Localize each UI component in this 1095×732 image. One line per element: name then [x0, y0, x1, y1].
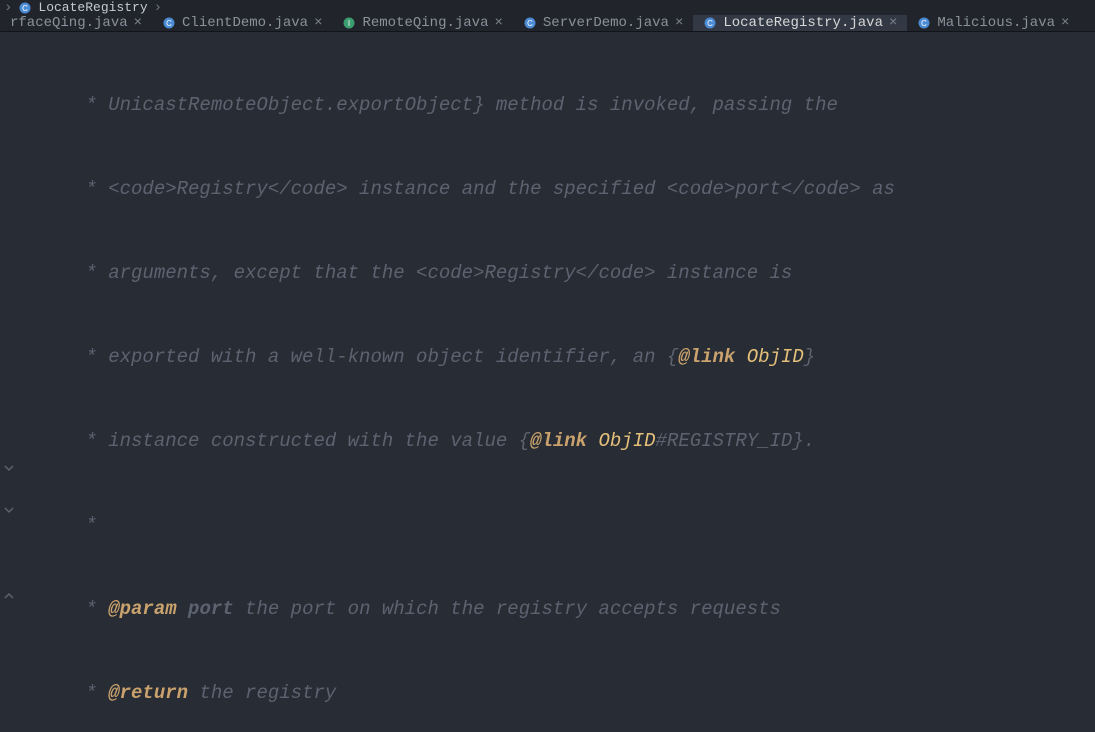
comment-text: } — [804, 346, 815, 368]
fold-marker-icon[interactable] — [2, 504, 16, 518]
code-line: * — [18, 504, 1095, 546]
javadoc-param-name: port — [177, 598, 234, 620]
fold-marker-icon[interactable] — [2, 588, 16, 602]
fold-marker-icon[interactable] — [2, 462, 16, 476]
javadoc-tag: @return — [108, 682, 188, 704]
tab-rfaceqing[interactable]: rfaceQing.java × — [0, 15, 152, 31]
code-line: * <code>Registry</code> instance and the… — [18, 168, 1095, 210]
ide-root: › C LocateRegistry › rfaceQing.java × C … — [0, 0, 1095, 732]
code-line: * exported with a well-known object iden… — [18, 336, 1095, 378]
comment-text: * — [74, 682, 108, 704]
tab-label: ServerDemo.java — [543, 15, 669, 31]
editor-tabs: rfaceQing.java × C ClientDemo.java × I R… — [0, 15, 1095, 32]
tab-locateregistry[interactable]: C LocateRegistry.java × — [693, 15, 907, 31]
code-line: * @return the registry — [18, 672, 1095, 714]
javadoc-tag: @param — [108, 598, 176, 620]
tab-serverdemo[interactable]: C ServerDemo.java × — [513, 15, 693, 31]
code-area[interactable]: * UnicastRemoteObject.exportObject} meth… — [18, 32, 1095, 732]
tab-label: rfaceQing.java — [10, 15, 128, 31]
tab-label: LocateRegistry.java — [723, 15, 883, 31]
javadoc-ref: ObjID — [735, 346, 803, 368]
close-icon[interactable]: × — [675, 16, 683, 30]
close-icon[interactable]: × — [495, 16, 503, 30]
chevron-right-icon: › — [154, 1, 162, 15]
chevron-right-icon: › — [4, 1, 12, 15]
svg-text:C: C — [707, 19, 713, 28]
code-line: * UnicastRemoteObject.exportObject} meth… — [18, 84, 1095, 126]
comment-text: the port on which the registry accepts r… — [234, 598, 781, 620]
comment-text: * UnicastRemoteObject.exportObject} meth… — [74, 94, 838, 116]
close-icon[interactable]: × — [314, 16, 322, 30]
tab-malicious[interactable]: C Malicious.java × — [907, 15, 1079, 31]
breadcrumb: › C LocateRegistry › — [0, 0, 1095, 15]
comment-text: * exported with a well-known object iden… — [74, 346, 678, 368]
svg-text:C: C — [23, 4, 29, 13]
svg-text:I: I — [348, 19, 350, 28]
comment-text: * <code>Registry</code> instance and the… — [74, 178, 895, 200]
javadoc-tag: @link — [678, 346, 735, 368]
comment-text: * instance constructed with the value { — [74, 430, 530, 452]
tab-label: ClientDemo.java — [182, 15, 308, 31]
tab-label: RemoteQing.java — [362, 15, 488, 31]
tab-clientdemo[interactable]: C ClientDemo.java × — [152, 15, 332, 31]
java-class-icon: C — [703, 16, 717, 30]
comment-text: * — [74, 598, 108, 620]
java-class-icon: C — [917, 16, 931, 30]
code-editor[interactable]: * UnicastRemoteObject.exportObject} meth… — [0, 32, 1095, 732]
javadoc-tag: @link — [530, 430, 587, 452]
java-class-icon: C — [162, 16, 176, 30]
svg-text:C: C — [166, 19, 172, 28]
tab-remoteqing[interactable]: I RemoteQing.java × — [332, 15, 512, 31]
comment-text: * arguments, except that the <code>Regis… — [74, 262, 792, 284]
comment-text: * — [74, 514, 97, 536]
svg-text:C: C — [527, 19, 533, 28]
comment-text: the registry — [188, 682, 336, 704]
gutter — [0, 32, 18, 732]
close-icon[interactable]: × — [134, 16, 142, 30]
breadcrumb-item[interactable]: LocateRegistry — [38, 0, 147, 15]
tab-label: Malicious.java — [937, 15, 1055, 31]
java-class-icon: C — [523, 16, 537, 30]
close-icon[interactable]: × — [889, 16, 897, 30]
comment-text: #REGISTRY_ID}. — [656, 430, 816, 452]
class-icon: C — [18, 1, 32, 15]
java-interface-icon: I — [342, 16, 356, 30]
code-line: * @param port the port on which the regi… — [18, 588, 1095, 630]
code-line: * instance constructed with the value {@… — [18, 420, 1095, 462]
close-icon[interactable]: × — [1061, 16, 1069, 30]
code-line: * arguments, except that the <code>Regis… — [18, 252, 1095, 294]
svg-text:C: C — [922, 19, 928, 28]
javadoc-ref: ObjID — [587, 430, 655, 452]
